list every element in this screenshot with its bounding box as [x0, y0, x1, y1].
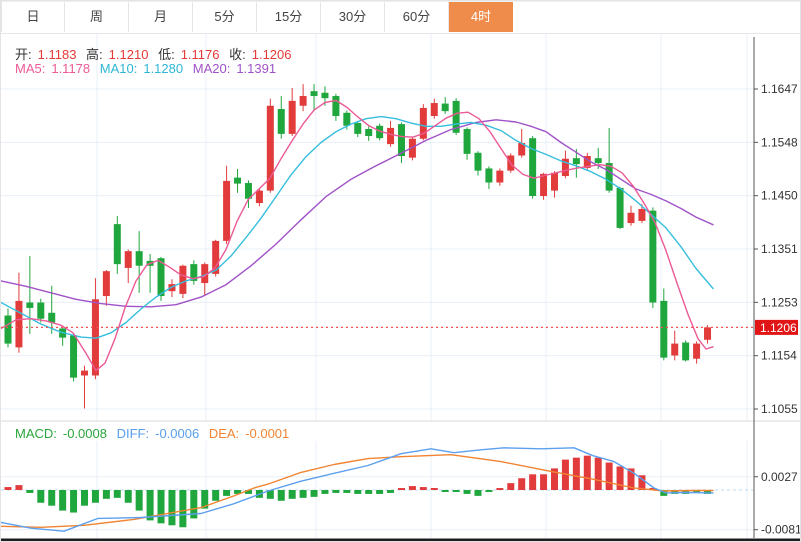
price-axis-label: 1.1253 — [761, 295, 798, 309]
ma-header: MA5: 1.1178 MA10: 1.1280 MA20: 1.1391 — [15, 61, 282, 76]
timeframe-tabbar: 日周月5分15分30分60分4时 — [1, 1, 800, 34]
tab-timeframe-6[interactable]: 60分 — [385, 2, 449, 32]
price-axis-label: 1.1055 — [761, 402, 798, 416]
tab-timeframe-3[interactable]: 5分 — [193, 2, 257, 32]
price-axis-label: 1.1450 — [761, 189, 798, 203]
dea-value: -0.0001 — [245, 426, 289, 441]
price-axis-label: 1.1154 — [761, 349, 797, 363]
last-price-badge: 1.1206 — [760, 321, 797, 335]
ma20-label: MA20: — [193, 61, 231, 76]
ma5-label: MA5: — [15, 61, 45, 76]
dea-label: DEA: — [209, 426, 239, 441]
open-value: 1.1183 — [38, 47, 77, 62]
close-value: 1.1206 — [252, 47, 292, 62]
price-axis-label: 1.1647 — [761, 82, 798, 96]
chart-canvas[interactable]: 1.1647 1.1548 1.1450 1.1351 1.1253 1.1154 1.10… — [1, 1, 800, 541]
high-value: 1.1210 — [109, 47, 149, 62]
tab-timeframe-2[interactable]: 月 — [129, 2, 193, 32]
ma10-label: MA10: — [100, 61, 138, 76]
close-label: 收: — [229, 47, 246, 62]
price-axis-label: 1.1548 — [761, 135, 798, 149]
macd-axis-label: -0.0081 — [761, 523, 800, 537]
macd-header: MACD: -0.0008 DIFF: -0.0006 DEA: -0.0001 — [15, 426, 295, 441]
kline-chart-widget: 1.1647 1.1548 1.1450 1.1351 1.1253 1.1154 1.10… — [0, 0, 801, 542]
tab-timeframe-1[interactable]: 周 — [65, 2, 129, 32]
macd-axis-label: 0.0027 — [761, 470, 798, 484]
low-value: 1.1176 — [181, 47, 220, 62]
diff-value: -0.0006 — [155, 426, 199, 441]
macd-value: -0.0008 — [63, 426, 107, 441]
tab-timeframe-5[interactable]: 30分 — [321, 2, 385, 32]
price-axis-label: 1.1351 — [761, 242, 798, 256]
tab-timeframe-7[interactable]: 4时 — [449, 2, 513, 32]
tab-timeframe-0[interactable]: 日 — [1, 2, 65, 32]
ma20-value: 1.1391 — [236, 61, 276, 76]
low-label: 低: — [158, 47, 175, 62]
tab-timeframe-4[interactable]: 15分 — [257, 2, 321, 32]
open-label: 开: — [15, 47, 32, 62]
high-label: 高: — [86, 47, 103, 62]
ma5-value: 1.1178 — [51, 61, 90, 76]
diff-label: DIFF: — [117, 426, 150, 441]
macd-label: MACD: — [15, 426, 57, 441]
ma10-value: 1.1280 — [143, 61, 183, 76]
